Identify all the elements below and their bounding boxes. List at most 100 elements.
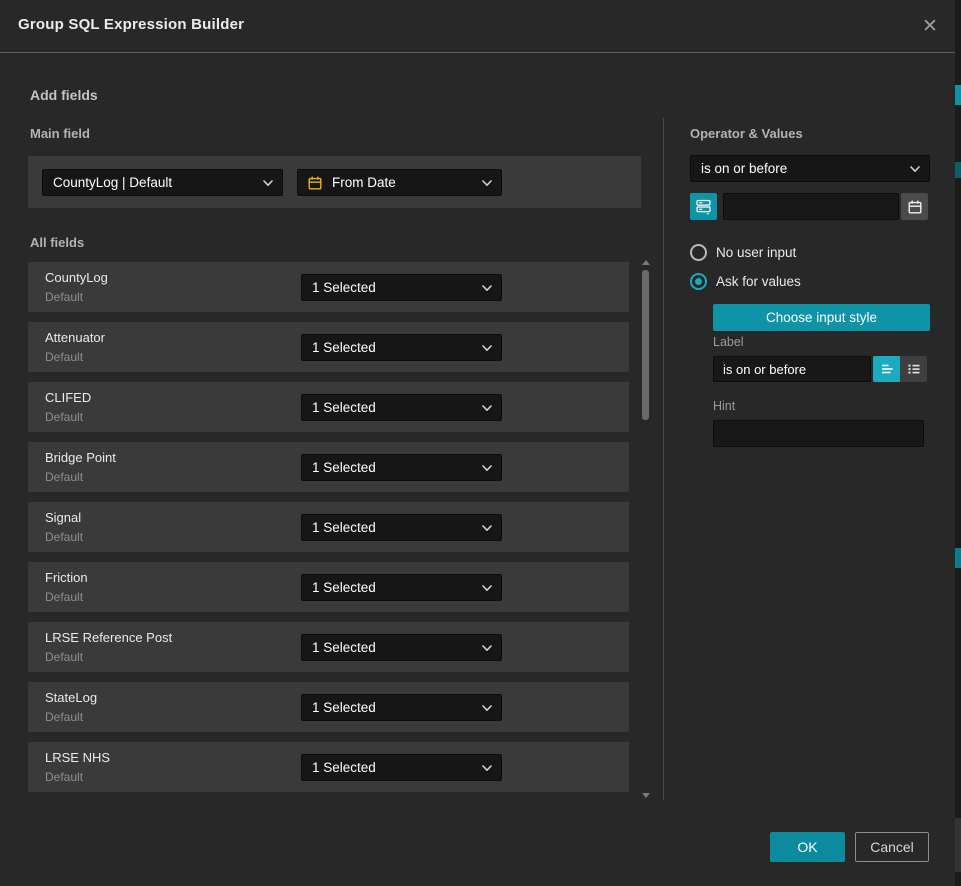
- main-field-heading: Main field: [30, 126, 90, 141]
- field-selected-dropdown-label: 1 Selected: [312, 280, 376, 295]
- operator-select-value: is on or before: [701, 161, 787, 176]
- field-selected-dropdown-label: 1 Selected: [312, 700, 376, 715]
- date-picker-button[interactable]: [901, 193, 928, 220]
- field-selected-dropdown[interactable]: 1 Selected: [301, 514, 502, 541]
- field-selected-dropdown-label: 1 Selected: [312, 640, 376, 655]
- list-input-style-button[interactable]: [900, 356, 927, 382]
- field-selected-dropdown-label: 1 Selected: [312, 580, 376, 595]
- field-name: Bridge Point: [45, 450, 116, 465]
- field-selected-dropdown[interactable]: 1 Selected: [301, 334, 502, 361]
- field-name: StateLog: [45, 690, 97, 705]
- field-name: LRSE NHS: [45, 750, 110, 765]
- label-field-label: Label: [713, 335, 744, 349]
- radio-no-user-input[interactable]: No user input: [690, 244, 796, 261]
- operator-values-heading: Operator & Values: [690, 126, 803, 141]
- panel-divider: [663, 118, 664, 800]
- field-row: StateLog Default 1 Selected: [28, 682, 629, 732]
- field-name: CLIFED: [45, 390, 91, 405]
- radio-circle-selected-icon[interactable]: [690, 273, 707, 290]
- main-field-source-select[interactable]: CountyLog | Default: [42, 169, 283, 196]
- field-name: LRSE Reference Post: [45, 630, 172, 645]
- chevron-down-icon: [482, 405, 492, 412]
- radio-ask-for-values-label: Ask for values: [716, 274, 801, 289]
- input-type-icon: [695, 198, 712, 215]
- chevron-down-icon: [482, 645, 492, 652]
- field-selected-dropdown[interactable]: 1 Selected: [301, 394, 502, 421]
- field-subtitle: Default: [45, 350, 83, 364]
- main-field-date-value: From Date: [332, 175, 396, 190]
- field-row: Signal Default 1 Selected: [28, 502, 629, 552]
- main-field-date-select[interactable]: From Date: [297, 169, 502, 196]
- field-subtitle: Default: [45, 710, 83, 724]
- field-name: Attenuator: [45, 330, 105, 345]
- field-row: Attenuator Default 1 Selected: [28, 322, 629, 372]
- group-sql-expression-builder-dialog: Group SQL Expression Builder ✕ Add field…: [0, 0, 961, 886]
- chevron-down-icon: [482, 180, 492, 187]
- calendar-icon: [907, 199, 923, 215]
- field-subtitle: Default: [45, 770, 83, 784]
- field-selected-dropdown[interactable]: 1 Selected: [301, 274, 502, 301]
- operator-select[interactable]: is on or before: [690, 155, 930, 182]
- field-subtitle: Default: [45, 590, 83, 604]
- date-value-input[interactable]: [723, 193, 899, 220]
- field-row: CLIFED Default 1 Selected: [28, 382, 629, 432]
- radio-circle-icon[interactable]: [690, 244, 707, 261]
- dialog-title: Group SQL Expression Builder: [18, 16, 244, 33]
- chevron-down-icon: [263, 180, 273, 187]
- chevron-down-icon: [482, 705, 492, 712]
- radio-ask-for-values[interactable]: Ask for values: [690, 273, 801, 290]
- background-accent: [955, 548, 961, 568]
- radio-no-user-input-label: No user input: [716, 245, 796, 260]
- add-fields-heading: Add fields: [30, 87, 98, 103]
- chevron-down-icon: [482, 585, 492, 592]
- field-subtitle: Default: [45, 470, 83, 484]
- field-name: CountyLog: [45, 270, 108, 285]
- cancel-button[interactable]: Cancel: [855, 832, 929, 862]
- scrollbar-thumb[interactable]: [642, 270, 649, 420]
- hint-input[interactable]: [713, 420, 924, 447]
- field-subtitle: Default: [45, 530, 83, 544]
- field-row: CountyLog Default 1 Selected: [28, 262, 629, 312]
- field-selected-dropdown[interactable]: 1 Selected: [301, 694, 502, 721]
- field-row: LRSE NHS Default 1 Selected: [28, 742, 629, 792]
- field-selected-dropdown-label: 1 Selected: [312, 340, 376, 355]
- chevron-down-icon: [482, 765, 492, 772]
- main-field-source-value: CountyLog | Default: [53, 175, 172, 190]
- field-subtitle: Default: [45, 650, 83, 664]
- field-selected-dropdown[interactable]: 1 Selected: [301, 634, 502, 661]
- close-icon[interactable]: ✕: [917, 14, 943, 40]
- chevron-down-icon: [482, 285, 492, 292]
- field-selected-dropdown-label: 1 Selected: [312, 460, 376, 475]
- field-selected-dropdown[interactable]: 1 Selected: [301, 754, 502, 781]
- text-input-style-button[interactable]: [873, 356, 900, 382]
- all-fields-list: CountyLog Default 1 Selected Attenuator …: [28, 262, 629, 802]
- background-accent: [955, 818, 961, 872]
- field-subtitle: Default: [45, 410, 83, 424]
- main-field-panel: CountyLog | Default From Date: [28, 156, 641, 208]
- list-scrollbar[interactable]: [641, 258, 651, 800]
- dialog-header: Group SQL Expression Builder ✕: [0, 0, 955, 53]
- scroll-up-icon[interactable]: [642, 260, 650, 265]
- background-app-strip: [955, 0, 961, 886]
- field-selected-dropdown[interactable]: 1 Selected: [301, 574, 502, 601]
- field-row: LRSE Reference Post Default 1 Selected: [28, 622, 629, 672]
- chevron-down-icon: [482, 525, 492, 532]
- calendar-icon: [307, 175, 323, 191]
- background-accent: [955, 85, 961, 105]
- field-selected-dropdown-label: 1 Selected: [312, 400, 376, 415]
- field-selected-dropdown-label: 1 Selected: [312, 760, 376, 775]
- field-selected-dropdown-label: 1 Selected: [312, 520, 376, 535]
- scroll-down-icon[interactable]: [642, 793, 650, 798]
- hint-field-label: Hint: [713, 399, 735, 413]
- all-fields-heading: All fields: [30, 235, 84, 250]
- field-selected-dropdown[interactable]: 1 Selected: [301, 454, 502, 481]
- field-name: Friction: [45, 570, 88, 585]
- chevron-down-icon: [482, 345, 492, 352]
- chevron-down-icon: [482, 465, 492, 472]
- choose-input-style-button[interactable]: Choose input style: [713, 304, 930, 331]
- value-input-type-button[interactable]: [690, 193, 717, 220]
- ok-button[interactable]: OK: [770, 832, 845, 862]
- field-name: Signal: [45, 510, 81, 525]
- chevron-down-icon: [910, 166, 920, 173]
- label-input[interactable]: [713, 356, 871, 382]
